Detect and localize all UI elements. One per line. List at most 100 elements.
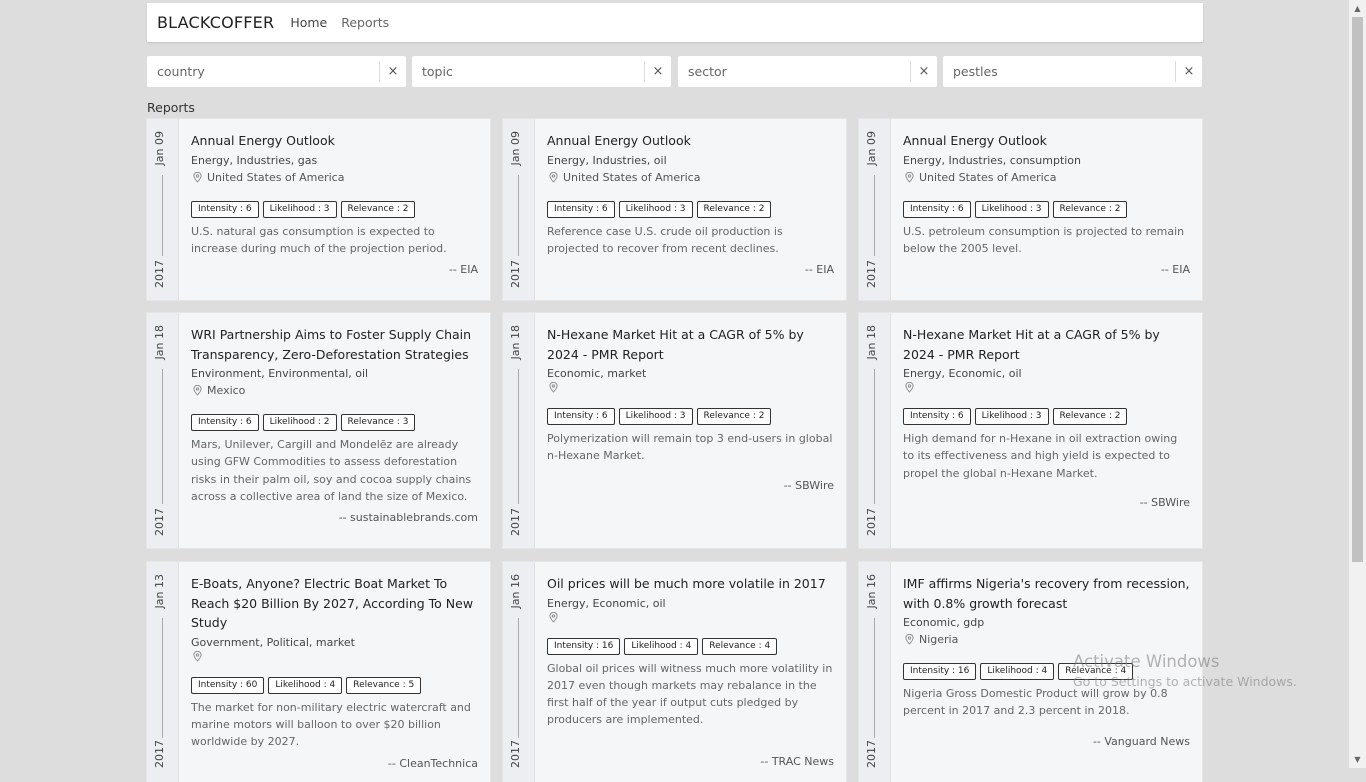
scroll-down-arrow-icon[interactable]: ▼ xyxy=(1349,751,1366,768)
card-location: United States of America xyxy=(191,169,478,186)
report-card[interactable]: Jan 09 2017 Annual Energy Outlook Energy… xyxy=(859,119,1202,300)
location-pin-icon xyxy=(549,171,558,183)
report-card[interactable]: Jan 16 2017 Oil prices will be much more… xyxy=(503,562,846,782)
card-tags: Economic, gdp xyxy=(903,616,985,629)
card-metrics: Intensity : 6 Likelihood : 3 Relevance :… xyxy=(903,408,1190,425)
intensity-badge: Intensity : 6 xyxy=(547,200,615,218)
card-metrics: Intensity : 6 Likelihood : 3 Relevance :… xyxy=(191,200,478,218)
likelihood-badge: Likelihood : 3 xyxy=(262,200,337,218)
intensity-badge: Intensity : 60 xyxy=(191,676,265,694)
card-description: U.S. natural gas consumption is expected… xyxy=(191,224,447,255)
card-description: Polymerization will remain top 3 end-use… xyxy=(547,432,833,463)
intensity-badge: Intensity : 16 xyxy=(547,637,621,655)
topic-filter-placeholder: topic xyxy=(422,64,453,79)
card-location xyxy=(547,382,834,393)
sector-filter-placeholder: sector xyxy=(688,64,727,79)
card-year: 2017 xyxy=(509,260,522,288)
scrollbar-thumb[interactable] xyxy=(1352,17,1363,562)
card-location-text: United States of America xyxy=(563,170,701,184)
card-description: Reference case U.S. crude oil production… xyxy=(547,224,783,255)
topic-filter[interactable]: topic × xyxy=(412,56,671,87)
timeline-divider xyxy=(874,618,875,738)
likelihood-badge: Likelihood : 4 xyxy=(624,637,699,655)
report-card[interactable]: Jan 18 2017 N-Hexane Market Hit at a CAG… xyxy=(503,313,846,548)
likelihood-badge: Likelihood : 3 xyxy=(974,408,1049,425)
card-title: Annual Energy Outlook xyxy=(191,133,335,148)
nav-link-reports[interactable]: Reports xyxy=(341,15,389,30)
card-location: United States of America xyxy=(903,169,1190,186)
date-column: Jan 09 2017 xyxy=(147,119,179,300)
card-year: 2017 xyxy=(865,260,878,288)
likelihood-badge: Likelihood : 3 xyxy=(618,200,693,218)
card-month: Jan 18 xyxy=(865,325,878,360)
card-location: United States of America xyxy=(547,169,834,186)
clear-icon[interactable]: × xyxy=(910,61,937,82)
card-month: Jan 09 xyxy=(865,131,878,166)
sector-filter[interactable]: sector × xyxy=(678,56,937,87)
report-card[interactable]: Jan 09 2017 Annual Energy Outlook Energy… xyxy=(503,119,846,300)
brand-logo[interactable]: BLACKCOFFER xyxy=(157,13,274,32)
card-metrics: Intensity : 6 Likelihood : 3 Relevance :… xyxy=(547,408,834,425)
pestles-filter[interactable]: pestles × xyxy=(943,56,1202,87)
date-column: Jan 18 2017 xyxy=(859,313,891,548)
intensity-badge: Intensity : 6 xyxy=(191,200,259,218)
card-title: Annual Energy Outlook xyxy=(547,133,691,148)
date-column: Jan 16 2017 xyxy=(503,562,535,782)
card-description: Nigeria Gross Domestic Product will grow… xyxy=(903,687,1168,718)
relevance-badge: Relevance : 2 xyxy=(696,200,772,218)
date-column: Jan 18 2017 xyxy=(147,313,179,548)
intensity-badge: Intensity : 6 xyxy=(191,414,259,431)
card-month: Jan 16 xyxy=(865,574,878,609)
card-month: Jan 09 xyxy=(509,131,522,166)
card-source: -- TRAC News xyxy=(760,755,834,768)
card-month: Jan 13 xyxy=(153,574,166,609)
card-tags: Energy, Economic, oil xyxy=(547,596,666,610)
relevance-badge: Relevance : 5 xyxy=(346,676,422,694)
card-source: -- Vanguard News xyxy=(1092,735,1190,748)
card-title: N-Hexane Market Hit at a CAGR of 5% by 2… xyxy=(547,327,804,362)
report-card[interactable]: Jan 09 2017 Annual Energy Outlook Energy… xyxy=(147,119,490,300)
location-pin-icon xyxy=(193,385,202,396)
report-card[interactable]: Jan 13 2017 E-Boats, Anyone? Electric Bo… xyxy=(147,562,490,782)
clear-icon[interactable]: × xyxy=(644,61,671,82)
card-location-text: Mexico xyxy=(207,384,246,397)
location-pin-icon xyxy=(905,171,914,183)
card-location xyxy=(547,611,834,623)
scroll-up-arrow-icon[interactable]: ▲ xyxy=(1349,0,1366,17)
country-filter-placeholder: country xyxy=(157,64,205,79)
card-tags: Environment, Environmental, oil xyxy=(191,367,369,380)
timeline-divider xyxy=(518,618,519,738)
date-column: Jan 18 2017 xyxy=(503,313,535,548)
location-pin-icon xyxy=(193,650,202,662)
clear-icon[interactable]: × xyxy=(379,61,406,82)
intensity-badge: Intensity : 6 xyxy=(903,408,971,425)
card-source: -- EIA xyxy=(1160,263,1190,276)
page-scrollbar[interactable]: ▲ ▼ xyxy=(1349,0,1366,768)
card-tags: Energy, Industries, gas xyxy=(191,153,318,167)
card-year: 2017 xyxy=(509,740,522,768)
card-location xyxy=(903,382,1190,393)
timeline-divider xyxy=(162,618,163,738)
nav-link-home[interactable]: Home xyxy=(290,15,327,30)
card-month: Jan 18 xyxy=(153,325,166,360)
report-card[interactable]: Jan 18 2017 WRI Partnership Aims to Fost… xyxy=(147,313,490,548)
card-tags: Government, Political, market xyxy=(191,635,355,649)
timeline-divider xyxy=(518,175,519,256)
relevance-badge: Relevance : 2 xyxy=(696,408,772,425)
date-column: Jan 09 2017 xyxy=(859,119,891,300)
likelihood-badge: Likelihood : 3 xyxy=(618,408,693,425)
likelihood-badge: Likelihood : 4 xyxy=(268,676,343,694)
location-pin-icon xyxy=(905,634,914,645)
relevance-badge: Relevance : 2 xyxy=(340,200,416,218)
card-source: -- EIA xyxy=(448,263,478,276)
card-location: Mexico xyxy=(191,382,478,399)
clear-icon[interactable]: × xyxy=(1175,61,1202,82)
card-month: Jan 09 xyxy=(153,131,166,166)
relevance-badge: Relevance : 2 xyxy=(1052,200,1128,218)
navbar: BLACKCOFFER Home Reports xyxy=(147,3,1203,42)
country-filter[interactable]: country × xyxy=(147,56,406,87)
card-metrics: Intensity : 6 Likelihood : 3 Relevance :… xyxy=(903,200,1190,218)
timeline-divider xyxy=(162,369,163,504)
report-card[interactable]: Jan 18 2017 N-Hexane Market Hit at a CAG… xyxy=(859,313,1202,548)
card-year: 2017 xyxy=(153,740,166,768)
